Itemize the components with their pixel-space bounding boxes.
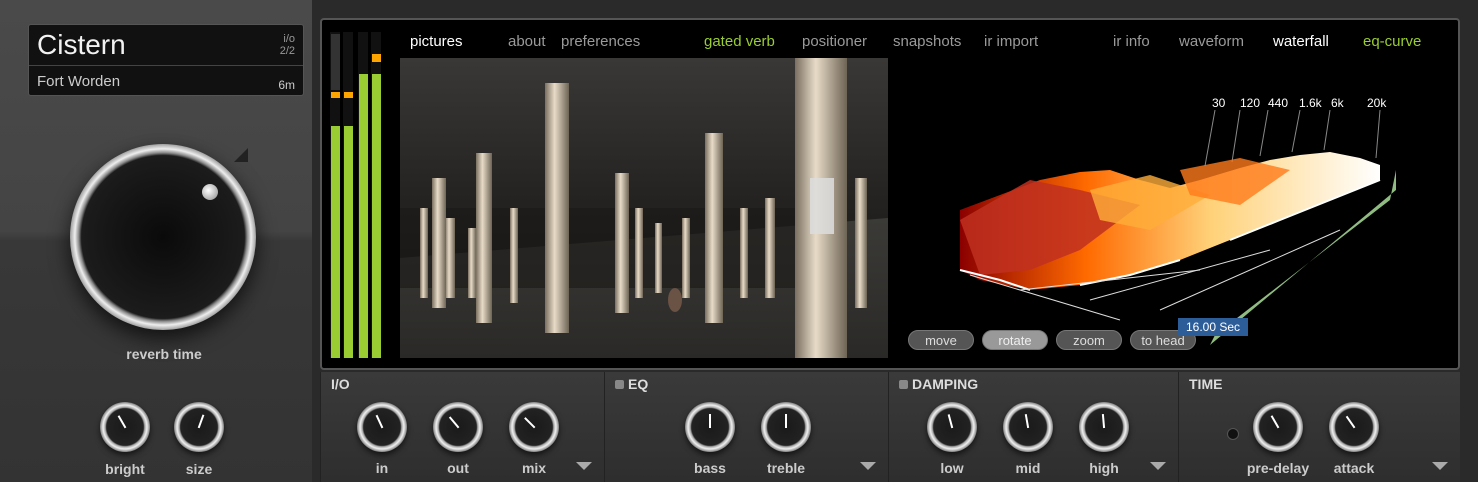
size-knob[interactable] [174,402,224,452]
preset-count: i/o 2/2 [280,33,295,57]
reverb-time-arrow-icon[interactable] [234,148,248,162]
tab-eq-curve[interactable]: eq-curve [1363,33,1421,50]
treble-label: treble [766,460,806,476]
tab-pictures[interactable]: pictures [410,33,463,50]
rotate-button[interactable]: rotate [982,330,1048,350]
in-knob[interactable] [357,402,407,452]
high-knob[interactable] [1079,402,1129,452]
eq-title: EQ [615,376,648,392]
out-label: out [447,460,469,476]
mix-knob-pointer [524,417,536,429]
size-knob-pointer [197,414,205,429]
section-io: I/O in out mix [320,372,604,482]
io-title: I/O [331,376,350,392]
attack-knob[interactable] [1329,402,1379,452]
bass-knob[interactable] [685,402,735,452]
tab-ir-import[interactable]: ir import [984,33,1038,50]
pre-delay-knob-pointer [1270,415,1280,429]
size-label: size [185,461,213,477]
preset-display[interactable]: Cistern i/o 2/2 Fort Worden 6m [28,24,304,96]
attack-label: attack [1333,460,1375,476]
pre-delay-knob[interactable] [1253,402,1303,452]
preset-location: Fort Worden [37,73,121,90]
low-knob[interactable] [927,402,977,452]
damping-dropdown-icon[interactable] [1150,462,1166,470]
tab-preferences[interactable]: preferences [561,33,640,50]
bright-label: bright [105,461,145,477]
eq-dropdown-icon[interactable] [860,462,876,470]
treble-knob[interactable] [761,402,811,452]
tab-gated-verb[interactable]: gated verb [704,33,775,50]
in-label: in [375,460,389,476]
damping-toggle-icon[interactable] [899,380,908,389]
treble-knob-pointer [785,414,787,428]
io-dropdown-icon[interactable] [576,462,592,470]
pre-delay-label: pre-delay [1246,460,1310,476]
freq-label-20k: 20k [1367,96,1387,110]
section-time: TIME pre-delay attack [1178,372,1460,482]
tab-positioner[interactable]: positioner [802,33,867,50]
freq-label-120: 120 [1240,96,1261,110]
bright-knob-pointer [117,415,127,429]
move-button[interactable]: move [908,330,974,350]
tab-waterfall[interactable]: waterfall [1273,33,1329,50]
preset-size: 6m [278,78,295,92]
meter-right-2 [371,32,381,358]
out-knob-pointer [448,416,460,429]
zoom-button[interactable]: zoom [1056,330,1122,350]
out-knob[interactable] [433,402,483,452]
time-dropdown-icon[interactable] [1432,462,1448,470]
eq-title-text: EQ [628,376,649,392]
meter-left-2 [343,32,353,358]
in-knob-pointer [375,414,384,429]
tab-waveform[interactable]: waveform [1179,33,1244,50]
meter-right-1 [358,32,368,358]
mix-label: mix [521,460,547,476]
pre-delay-sync-icon[interactable] [1227,428,1239,440]
section-eq: EQ bass treble [604,372,888,482]
damping-title-text: DAMPING [912,376,979,392]
low-label: low [940,460,964,476]
preset-count-bottom: 2/2 [279,45,295,57]
meter-left-1 [330,32,340,358]
freq-label-30: 30 [1212,96,1226,110]
low-knob-pointer [947,414,954,429]
left-panel: Cistern i/o 2/2 Fort Worden 6m reverb ti… [0,0,312,482]
mid-label: mid [1015,460,1041,476]
reverb-time-knob-body[interactable] [70,144,256,330]
freq-label-440: 440 [1268,96,1289,110]
damping-title: DAMPING [899,376,978,392]
mid-knob-pointer [1024,414,1030,429]
tab-about[interactable]: about [508,33,546,50]
preset-count-top: i/o [283,33,295,45]
section-damping: DAMPING low mid high [888,372,1178,482]
preset-divider [29,65,303,66]
bass-knob-pointer [709,414,711,428]
eq-toggle-icon[interactable] [615,380,624,389]
time-title: TIME [1189,376,1223,392]
time-readout: 16.00 Sec [1178,318,1248,336]
reverb-time-label: reverb time [126,346,202,362]
freq-label-1-6k: 1.6k [1299,96,1322,110]
high-label: high [1089,460,1119,476]
tab-snapshots[interactable]: snapshots [893,33,961,50]
mid-knob[interactable] [1003,402,1053,452]
mix-knob[interactable] [509,402,559,452]
bass-label: bass [694,460,726,476]
tab-ir-info[interactable]: ir info [1113,33,1150,50]
high-knob-pointer [1101,413,1106,429]
room-photo [400,58,888,358]
attack-knob-pointer [1345,415,1356,429]
waterfall-plot[interactable] [940,110,1400,360]
reverb-time-knob-indicator [202,184,218,200]
freq-label-6k: 6k [1331,96,1344,110]
reverb-time-knob[interactable] [64,138,264,338]
preset-name: Cistern [37,29,126,60]
bright-knob[interactable] [100,402,150,452]
